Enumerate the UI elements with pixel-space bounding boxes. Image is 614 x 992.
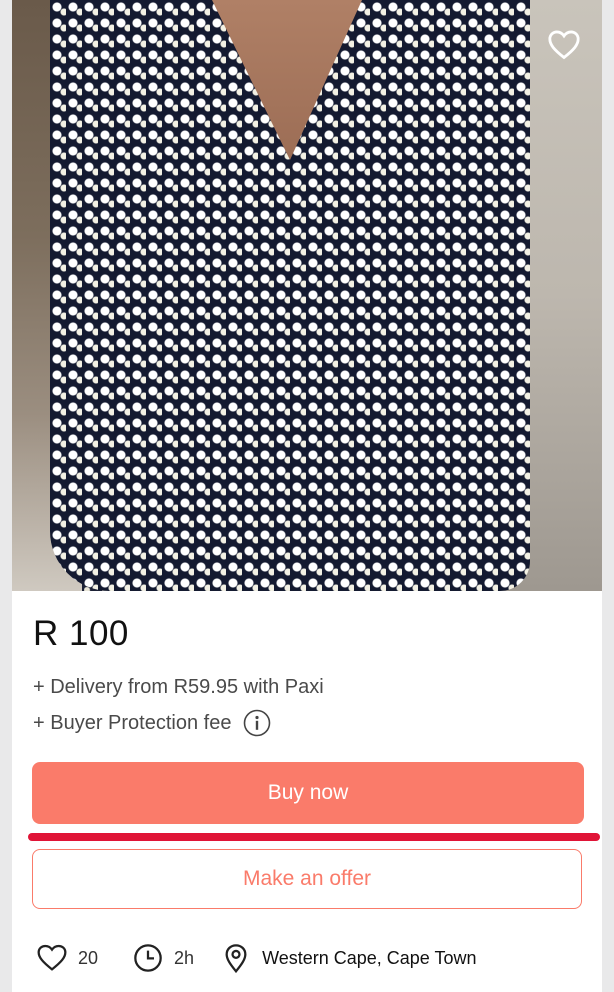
- info-circle-icon[interactable]: [243, 709, 271, 737]
- clock-icon: [132, 942, 164, 974]
- buyer-protection-label: + Buyer Protection fee: [33, 711, 232, 734]
- location-value: Western Cape, Cape Town: [262, 947, 477, 968]
- price: R 100: [33, 614, 129, 653]
- likes-count[interactable]: 20: [36, 942, 98, 974]
- map-pin-icon: [220, 942, 252, 974]
- favorite-button[interactable]: [546, 26, 582, 62]
- product-photo[interactable]: [12, 0, 602, 591]
- likes-value: 20: [78, 947, 99, 968]
- buyer-protection-row: + Buyer Protection fee: [33, 709, 271, 737]
- heart-outline-icon: [548, 30, 580, 60]
- make-offer-button[interactable]: Make an offer: [32, 849, 582, 909]
- buy-now-button[interactable]: Buy now: [32, 762, 584, 824]
- listing-meta: 20 2h Western Cape, Cape Town: [36, 940, 477, 976]
- heart-outline-icon: [36, 942, 68, 974]
- listing-location: Western Cape, Cape Town: [220, 942, 477, 974]
- listing-card: R 100 + Delivery from R59.95 with Paxi +…: [12, 0, 602, 992]
- listing-age: 2h: [132, 942, 194, 974]
- age-value: 2h: [174, 947, 195, 968]
- highlight-underline: [28, 833, 600, 841]
- delivery-info: + Delivery from R59.95 with Paxi: [33, 676, 324, 698]
